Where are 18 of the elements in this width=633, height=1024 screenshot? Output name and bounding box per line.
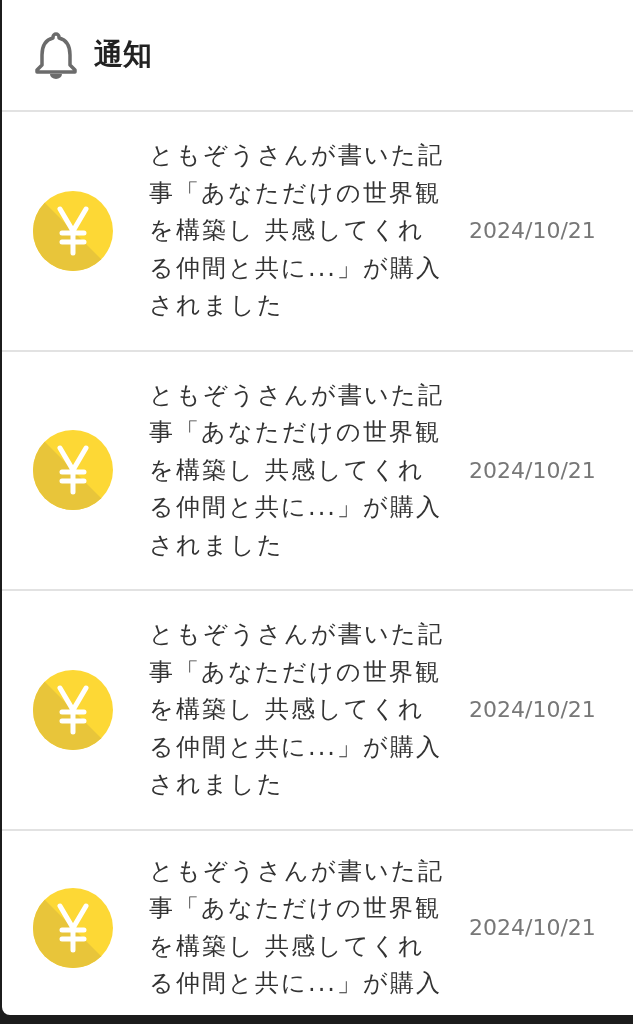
notification-message: ともぞうさんが書いた記事「あなただけの世界観を構築し 共感してくれる仲間と共に...」が購入 [149,855,445,999]
yen-coin-icon [33,430,113,511]
notification-message: ともぞうさんが書いた記事「あなただけの世界観を構築し 共感してくれる仲間と共に...」が購入されました [149,379,445,561]
notification-message: ともぞうさんが書いた記事「あなただけの世界観を構築し 共感してくれる仲間と共に...」が購入されました [149,140,445,321]
notification-item[interactable]: ともぞうさんが書いた記事「あなただけの世界観を構築し 共感してくれる仲間と共に...」が購入されました 2024/10/21 [2,591,633,831]
notification-message: ともぞうさんが書いた記事「あなただけの世界観を構築し 共感してくれる仲間と共に...」が購入されました [149,619,445,800]
notification-date: 2024/10/21 [469,457,596,483]
yen-coin-icon [33,887,113,968]
bell-icon [34,31,78,79]
yen-coin-icon [33,190,113,271]
notification-item[interactable]: ともぞうさんが書いた記事「あなただけの世界観を構築し 共感してくれる仲間と共に...」が購入されました 2024/10/21 [2,112,633,352]
notification-date: 2024/10/21 [469,697,596,723]
notification-item[interactable]: ともぞうさんが書いた記事「あなただけの世界観を構築し 共感してくれる仲間と共に...」が購入されました 2024/10/21 [2,351,633,591]
notification-date: 2024/10/21 [469,218,596,244]
panel-title: 通知 [94,36,152,73]
notification-item[interactable]: ともぞうさんが書いた記事「あなただけの世界観を構築し 共感してくれる仲間と共に...」が購入 2024/10/21 [2,830,633,1015]
notification-date: 2024/10/21 [469,915,596,940]
yen-coin-icon [33,669,113,750]
